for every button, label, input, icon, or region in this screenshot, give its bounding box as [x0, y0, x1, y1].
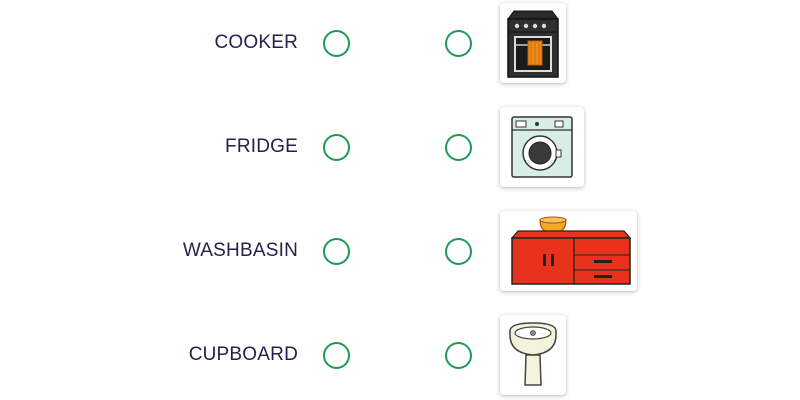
word-connector-dot[interactable]: [323, 30, 350, 57]
washbasin-icon: [509, 322, 557, 386]
word-label: FRIDGE: [225, 136, 298, 157]
picture-card[interactable]: [500, 107, 584, 187]
picture-connector-dot[interactable]: [445, 238, 472, 265]
picture-connector-dot[interactable]: [445, 30, 472, 57]
picture-card[interactable]: [500, 315, 566, 395]
washing-machine-icon: [511, 116, 573, 178]
picture-connector-dot[interactable]: [445, 134, 472, 161]
match-row: COOKER: [0, 1, 800, 85]
cooker-icon: [507, 10, 559, 78]
match-row: WASHBASIN: [0, 209, 800, 293]
word-connector-dot[interactable]: [323, 342, 350, 369]
word-connector-dot[interactable]: [323, 134, 350, 161]
word-label: COOKER: [214, 32, 298, 53]
picture-card[interactable]: [500, 3, 566, 83]
word-label: WASHBASIN: [182, 240, 298, 261]
word-label: CUPBOARD: [188, 344, 298, 365]
match-row: FRIDGE: [0, 105, 800, 189]
picture-connector-dot[interactable]: [445, 342, 472, 369]
match-row: CUPBOARD: [0, 313, 800, 397]
matching-exercise: COOKER FRIDGE WASHBASIN CUPBOARD: [0, 0, 800, 400]
word-connector-dot[interactable]: [323, 238, 350, 265]
picture-card[interactable]: [500, 211, 637, 291]
kitchen-cupboard-icon: [510, 216, 631, 285]
